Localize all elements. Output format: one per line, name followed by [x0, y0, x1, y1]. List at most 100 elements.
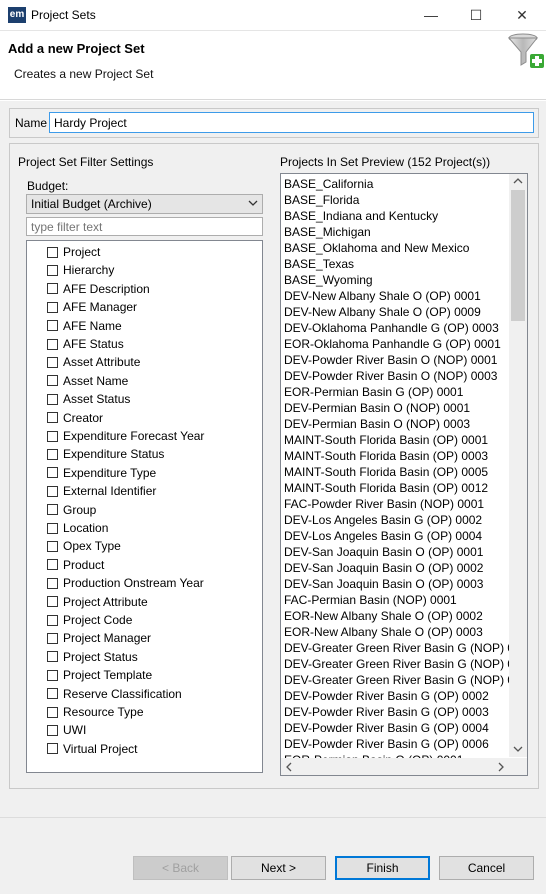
filter-option[interactable]: AFE Description [47, 280, 150, 298]
preview-list-item[interactable]: MAINT-South Florida Basin (OP) 0003 [284, 448, 488, 464]
filter-checkbox[interactable] [47, 596, 58, 608]
filter-option[interactable]: Reserve Classification [47, 685, 182, 703]
filter-option[interactable]: Expenditure Forecast Year [47, 427, 204, 445]
preview-list-item[interactable]: DEV-Powder River Basin G (OP) 0003 [284, 704, 489, 720]
preview-list-item[interactable]: DEV-New Albany Shale O (OP) 0001 [284, 288, 481, 304]
preview-list-item[interactable]: MAINT-South Florida Basin (OP) 0012 [284, 480, 488, 496]
scroll-up-icon[interactable] [509, 177, 527, 187]
preview-list-item[interactable]: DEV-Permian Basin O (NOP) 0003 [284, 416, 470, 432]
finish-button[interactable]: Finish [335, 856, 430, 880]
filter-option[interactable]: Project Code [47, 611, 132, 629]
preview-list-item[interactable]: DEV-Powder River Basin G (OP) 0004 [284, 720, 489, 736]
filter-checkbox[interactable] [47, 356, 58, 368]
preview-list-item[interactable]: DEV-Greater Green River Basin G (NOP) 00… [284, 640, 527, 656]
filter-option[interactable]: Resource Type [47, 703, 144, 721]
filter-option[interactable]: Expenditure Type [47, 464, 156, 482]
filter-checkbox[interactable] [47, 614, 58, 626]
preview-list-item[interactable]: DEV-Oklahoma Panhandle G (OP) 0003 [284, 320, 499, 336]
budget-select[interactable]: Initial Budget (Archive) [26, 194, 263, 214]
filter-checkbox[interactable] [47, 467, 58, 479]
filter-option[interactable]: Opex Type [47, 537, 121, 555]
filter-checkbox[interactable] [47, 393, 58, 405]
filter-checkbox[interactable] [47, 651, 58, 663]
preview-list-item[interactable]: DEV-Powder River Basin G (OP) 0006 [284, 736, 489, 752]
close-button[interactable]: ✕ [510, 4, 534, 26]
filter-checkbox[interactable] [47, 320, 58, 332]
preview-list-item[interactable]: BASE_California [284, 176, 373, 192]
preview-list-item[interactable]: MAINT-South Florida Basin (OP) 0001 [284, 432, 488, 448]
filter-checkbox[interactable] [47, 577, 58, 589]
filter-option[interactable]: Project [47, 243, 100, 261]
preview-list[interactable]: BASE_California BASE_Florida BASE_Indiana … [280, 173, 528, 776]
preview-list-item[interactable]: DEV-Los Angeles Basin G (OP) 0004 [284, 528, 482, 544]
preview-list-item[interactable]: DEV-Powder River Basin G (OP) 0002 [284, 688, 489, 704]
filter-option[interactable]: Production Onstream Year [47, 574, 204, 592]
preview-list-item[interactable]: MAINT-South Florida Basin (OP) 0005 [284, 464, 488, 480]
preview-list-item[interactable]: DEV-Los Angeles Basin G (OP) 0002 [284, 512, 482, 528]
scroll-right-icon[interactable] [495, 762, 507, 774]
filter-checkbox[interactable] [47, 485, 58, 497]
filter-option[interactable]: Project Template [47, 666, 152, 684]
preview-list-item[interactable]: DEV-San Joaquin Basin O (OP) 0001 [284, 544, 483, 560]
filter-option[interactable]: Hierarchy [47, 261, 114, 279]
filter-checkbox[interactable] [47, 504, 58, 516]
preview-list-item[interactable]: BASE_Michigan [284, 224, 371, 240]
filter-option[interactable]: Product [47, 556, 104, 574]
next-button[interactable]: Next > [231, 856, 326, 880]
filter-checkbox[interactable] [47, 540, 58, 552]
preview-list-item[interactable]: EOR-New Albany Shale O (OP) 0003 [284, 624, 483, 640]
minimize-button[interactable]: — [419, 4, 443, 26]
preview-horizontal-scrollbar[interactable] [281, 758, 509, 775]
filter-option[interactable]: AFE Status [47, 335, 124, 353]
preview-list-item[interactable]: DEV-Greater Green River Basin G (NOP) 00… [284, 672, 527, 688]
preview-list-item[interactable]: FAC-Permian Basin (NOP) 0001 [284, 592, 457, 608]
scrollbar-thumb[interactable] [511, 190, 525, 321]
filter-checkbox[interactable] [47, 283, 58, 295]
preview-list-item[interactable]: DEV-San Joaquin Basin O (OP) 0003 [284, 576, 483, 592]
maximize-button[interactable]: ☐ [464, 4, 488, 26]
filter-checkbox[interactable] [47, 448, 58, 460]
preview-list-item[interactable]: DEV-Greater Green River Basin G (NOP) 00… [284, 656, 527, 672]
filter-option[interactable]: External Identifier [47, 482, 156, 500]
preview-list-item[interactable]: BASE_Wyoming [284, 272, 373, 288]
filter-checkbox[interactable] [47, 522, 58, 534]
preview-list-item[interactable]: BASE_Texas [284, 256, 354, 272]
filter-option[interactable]: AFE Manager [47, 298, 137, 316]
filter-checkbox[interactable] [47, 743, 58, 755]
preview-list-item[interactable]: DEV-New Albany Shale O (OP) 0009 [284, 304, 481, 320]
preview-list-item[interactable]: DEV-Powder River Basin O (NOP) 0001 [284, 352, 497, 368]
preview-list-item[interactable]: DEV-San Joaquin Basin O (OP) 0002 [284, 560, 483, 576]
filter-option[interactable]: Expenditure Status [47, 445, 164, 463]
preview-list-item[interactable]: EOR-Permian Basin G (OP) 0001 [284, 384, 463, 400]
cancel-button[interactable]: Cancel [439, 856, 534, 880]
filter-option[interactable]: AFE Name [47, 317, 122, 335]
preview-list-item[interactable]: FAC-Powder River Basin (NOP) 0001 [284, 496, 484, 512]
preview-list-item[interactable]: BASE_Florida [284, 192, 359, 208]
preview-list-item[interactable]: DEV-Powder River Basin O (NOP) 0003 [284, 368, 497, 384]
preview-list-item[interactable]: BASE_Oklahoma and New Mexico [284, 240, 469, 256]
preview-list-item[interactable]: BASE_Indiana and Kentucky [284, 208, 438, 224]
name-input[interactable] [49, 112, 534, 133]
filter-option[interactable]: Project Status [47, 648, 138, 666]
filter-checkbox[interactable] [47, 412, 58, 424]
scroll-down-icon[interactable] [509, 745, 527, 755]
scroll-left-icon[interactable] [283, 762, 295, 774]
filter-checkbox[interactable] [47, 632, 58, 644]
filter-option[interactable]: Group [47, 501, 96, 519]
filter-option[interactable]: Project Manager [47, 629, 151, 647]
filter-checkbox[interactable] [47, 375, 58, 387]
filter-checkbox[interactable] [47, 246, 58, 258]
filter-checkbox[interactable] [47, 706, 58, 718]
filter-option[interactable]: Creator [47, 409, 103, 427]
filter-option[interactable]: UWI [47, 721, 86, 739]
filter-checkbox[interactable] [47, 688, 58, 700]
filter-checkbox[interactable] [47, 338, 58, 350]
back-button[interactable]: < Back [133, 856, 228, 880]
filter-checkbox[interactable] [47, 264, 58, 276]
filter-checkbox[interactable] [47, 559, 58, 571]
filter-option[interactable]: Asset Status [47, 390, 130, 408]
filter-option[interactable]: Asset Attribute [47, 353, 140, 371]
filter-option[interactable]: Virtual Project [47, 740, 137, 758]
filter-checkbox[interactable] [47, 430, 58, 442]
filter-option[interactable]: Location [47, 519, 108, 537]
